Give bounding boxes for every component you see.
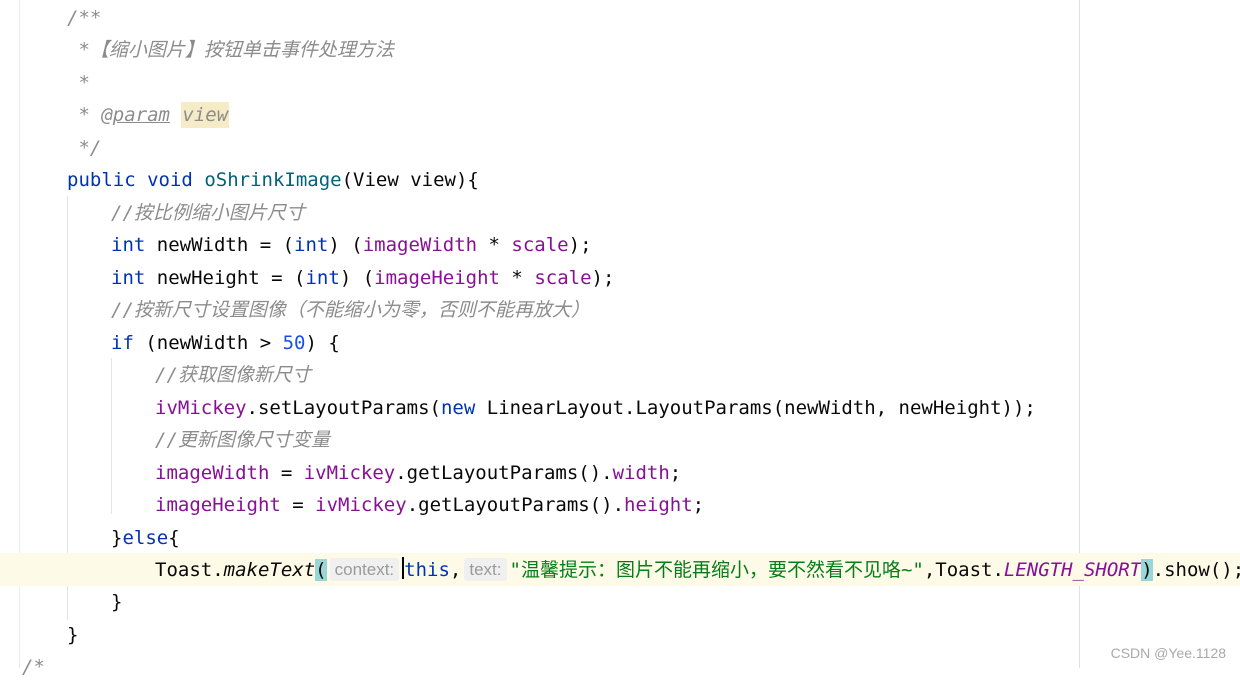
code-line-toast: Toast.makeText(context: this, text: "温馨提示：图…: [155, 557, 1240, 581]
code-line-imageheight: imageHeight = ivMickey.getLayoutParams()…: [155, 494, 705, 516]
method-params: (View view){: [341, 169, 479, 191]
method-signature: public void oShrinkImage(View view){: [67, 164, 479, 196]
watermark: CSDN @Yee.1128: [1110, 645, 1226, 661]
javadoc-open: /**: [67, 7, 102, 29]
matched-paren-open: (: [315, 559, 327, 581]
javadoc-blank: *: [67, 72, 90, 94]
javadoc-param-line: * @param view: [67, 99, 230, 131]
comment-line-1: //按比例缩小图片尺寸: [111, 197, 305, 229]
javadoc-summary-line: *【缩小图片】按钮单击事件处理方法: [67, 34, 394, 66]
parameter-hint-context: context:: [329, 558, 400, 581]
comment-text: //按比例缩小图片尺寸: [111, 202, 305, 224]
closing-brace-method: }: [67, 624, 79, 646]
javadoc-star: *: [67, 104, 102, 126]
javadoc-param-name: view: [181, 102, 230, 128]
method-name: oShrinkImage: [204, 169, 342, 191]
code-line-newheight: int newHeight = (int) (imageHeight * sca…: [111, 267, 615, 289]
comment-text: //更新图像尺寸变量: [155, 429, 330, 451]
code-line-else: }else{: [111, 527, 180, 549]
string-literal: "温馨提示：图片不能再缩小，要不然看不见咯~": [509, 559, 924, 581]
static-method-maketext: makeText: [223, 559, 316, 581]
keyword-void: void: [147, 169, 193, 191]
parameter-hint-text: text:: [464, 558, 507, 581]
code-line-if: if (newWidth > 50) {: [111, 332, 340, 354]
comment-text: //按新尺寸设置图像（不能缩小为零，否则不能再放大）: [111, 299, 590, 321]
code-line-imagewidth: imageWidth = ivMickey.getLayoutParams().…: [155, 462, 682, 484]
comment-line-4: //更新图像尺寸变量: [155, 424, 330, 456]
comment-line-3: //获取图像新尺寸: [155, 359, 311, 391]
matched-paren-close: ): [1141, 559, 1153, 581]
indent-guide-level2: [111, 358, 112, 514]
closing-brace-else: }: [111, 591, 123, 613]
javadoc-param-tag: @param: [101, 104, 170, 126]
comment-line-2: //按新尺寸设置图像（不能缩小为零，否则不能再放大）: [111, 294, 590, 326]
keyword-public: public: [67, 169, 136, 191]
partial-comment-line: /*: [22, 656, 45, 678]
code-line-newwidth: int newWidth = (int) (imageWidth * scale…: [111, 234, 592, 256]
constant-length-short: LENGTH_SHORT: [1003, 559, 1142, 581]
javadoc-close: */: [67, 137, 102, 159]
javadoc-star: *: [67, 39, 90, 61]
comment-text: //获取图像新尺寸: [155, 364, 311, 386]
code-line-setlayout: ivMickey.setLayoutParams(new LinearLayou…: [155, 397, 1036, 419]
javadoc-summary: 【缩小图片】按钮单击事件处理方法: [89, 39, 394, 61]
